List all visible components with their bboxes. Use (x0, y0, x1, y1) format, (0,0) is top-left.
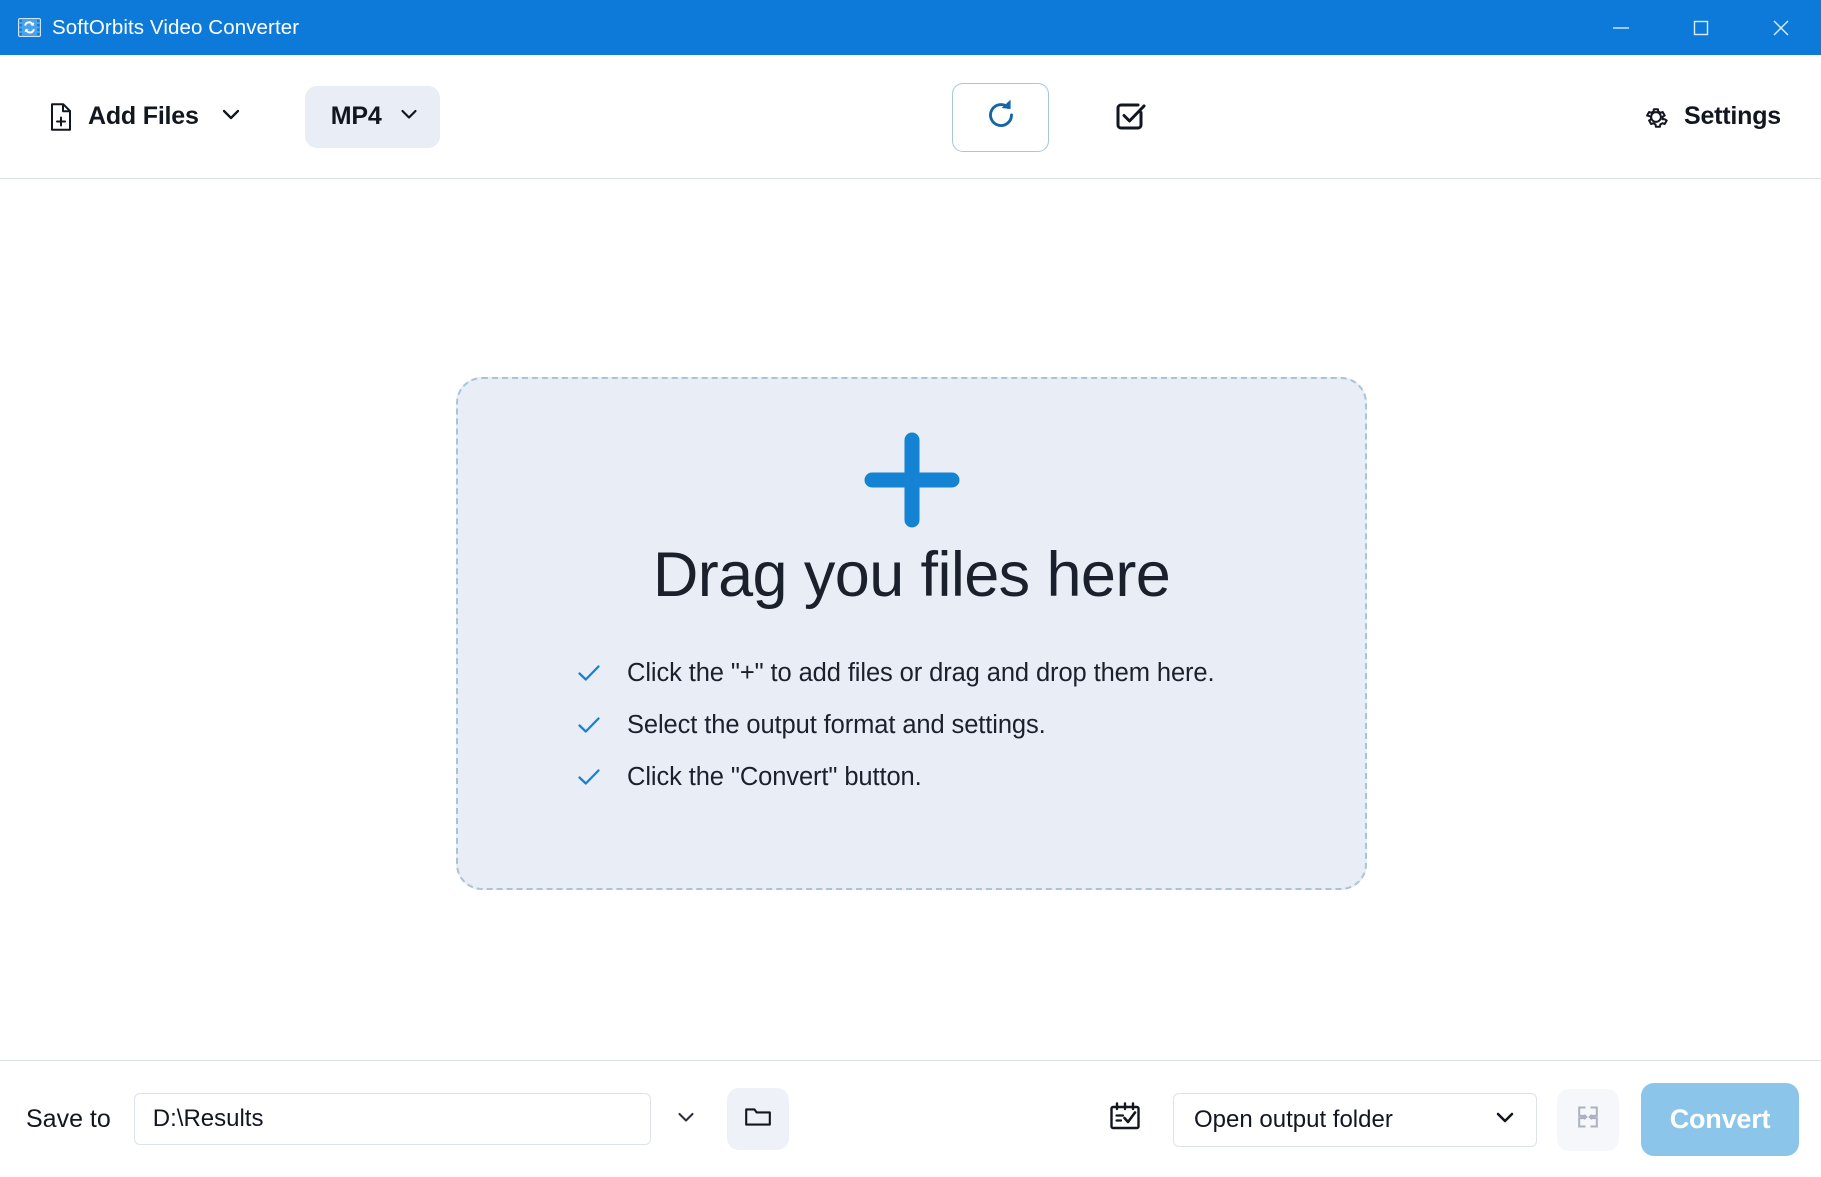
window-title: SoftOrbits Video Converter (52, 15, 300, 39)
calendar-check-icon (1108, 1100, 1142, 1139)
after-conversion-value: Open output folder (1194, 1105, 1393, 1133)
bottom-bar-right-group: Open output folder Convert (1099, 1061, 1799, 1177)
folder-icon (743, 1102, 773, 1137)
film-convert-icon (18, 16, 41, 39)
add-files-dropdown-button[interactable] (205, 91, 257, 143)
check-icon (576, 660, 602, 686)
bottom-bar: Save to D:\Results Open output folder Co… (0, 1060, 1821, 1177)
output-format-select[interactable]: MP4 (304, 85, 440, 148)
file-plus-icon (48, 102, 74, 131)
plus-icon (862, 430, 962, 535)
list-item-label: Click the "Convert" button. (627, 762, 922, 791)
add-files-plus-button[interactable] (856, 426, 968, 538)
schedule-button[interactable] (1099, 1094, 1151, 1146)
chevron-down-icon (673, 1104, 699, 1135)
list-item: Select the output format and settings. (576, 709, 1365, 741)
list-item-label: Click the "+" to add files or drag and d… (627, 658, 1215, 687)
checkbox-checked-icon (1110, 95, 1150, 140)
chevron-down-icon (1492, 1104, 1518, 1135)
list-item: Click the "+" to add files or drag and d… (576, 657, 1365, 689)
main-toolbar: Add Files MP4 Settings (0, 55, 1821, 179)
output-path-dropdown-button[interactable] (659, 1092, 713, 1146)
toolbar-center-group (952, 55, 1162, 179)
app-window: SoftOrbits Video Converter Add Files MP4… (0, 0, 1821, 1177)
save-to-label: Save to (26, 1104, 111, 1133)
title-bar: SoftOrbits Video Converter (0, 0, 1821, 55)
check-icon (576, 712, 602, 738)
add-files-button[interactable]: Add Files (30, 89, 205, 145)
close-icon (1769, 16, 1793, 40)
toolbar-left-group: Add Files MP4 (30, 85, 440, 148)
dropzone-title: Drag you files here (652, 540, 1171, 610)
minimize-button[interactable] (1581, 0, 1661, 55)
after-conversion-select[interactable]: Open output folder (1173, 1092, 1537, 1147)
settings-button[interactable]: Settings (1630, 88, 1793, 146)
output-format-value: MP4 (330, 102, 382, 130)
list-item-label: Select the output format and settings. (627, 710, 1046, 739)
select-all-button[interactable] (1098, 85, 1162, 149)
refresh-icon (981, 95, 1021, 140)
list-item: Click the "Convert" button. (576, 761, 1365, 793)
refresh-button[interactable] (952, 82, 1049, 152)
chevron-down-icon (396, 101, 422, 132)
browse-folder-button[interactable] (726, 1088, 789, 1150)
merge-files-button[interactable] (1557, 1088, 1619, 1151)
add-files-label: Add Files (88, 102, 199, 130)
dropzone-instructions: Click the "+" to add files or drag and d… (458, 657, 1365, 793)
settings-label: Settings (1683, 102, 1781, 130)
check-icon (576, 764, 602, 790)
chevron-down-icon (217, 100, 245, 133)
convert-button[interactable]: Convert (1641, 1083, 1799, 1156)
output-path-input[interactable] (133, 1093, 651, 1145)
maximize-icon (1690, 17, 1712, 39)
close-button[interactable] (1741, 0, 1821, 55)
merge-panels-icon (1574, 1103, 1602, 1136)
gear-icon (1642, 103, 1670, 131)
window-controls (1581, 0, 1821, 55)
file-dropzone[interactable]: Drag you files here Click the "+" to add… (456, 377, 1367, 890)
maximize-button[interactable] (1661, 0, 1741, 55)
minimize-icon (1610, 17, 1632, 39)
main-content: Drag you files here Click the "+" to add… (0, 179, 1821, 1060)
